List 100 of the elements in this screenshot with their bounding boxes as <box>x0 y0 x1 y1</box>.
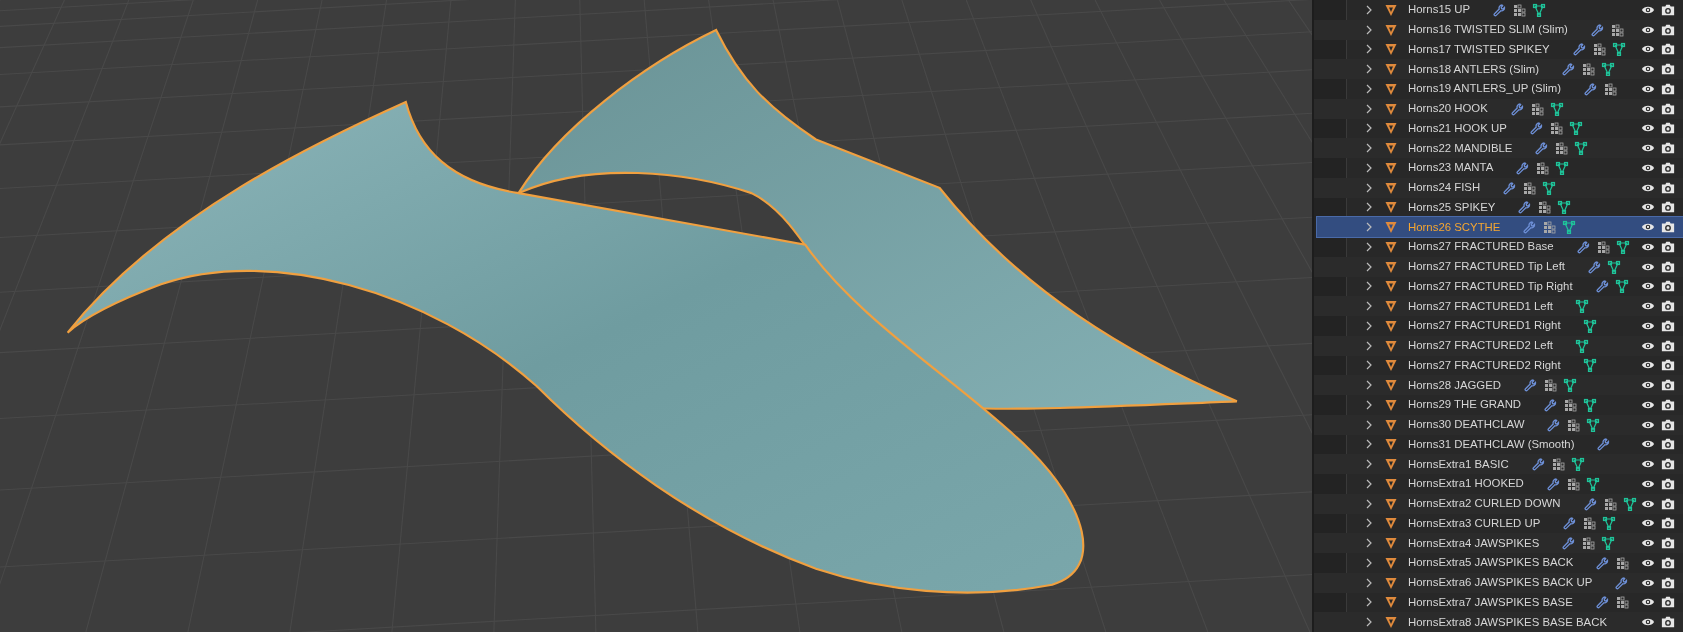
object-name: HornsExtra1 BASIC <box>1408 456 1509 472</box>
outliner-row[interactable]: Horns27 FRACTURED2 Right <box>1314 355 1683 376</box>
expand-chevron-icon[interactable] <box>1364 143 1374 154</box>
expand-chevron-icon[interactable] <box>1364 103 1374 114</box>
outliner-row[interactable]: Horns31 DEATHCLAW (Smooth) <box>1314 434 1683 455</box>
expand-chevron-icon[interactable] <box>1364 419 1374 430</box>
camera-icon <box>1661 220 1675 235</box>
object-name: Horns15 UP <box>1408 2 1471 18</box>
expand-chevron-icon[interactable] <box>1364 518 1374 529</box>
expand-chevron-icon[interactable] <box>1364 4 1374 15</box>
object-name: HornsExtra5 JAWSPIKES BACK <box>1408 555 1574 571</box>
camera-icon <box>1661 239 1675 254</box>
inverted-triangle-icon <box>1384 42 1398 57</box>
expand-chevron-icon[interactable] <box>1364 577 1374 588</box>
outliner-row[interactable]: Horns26 SCYTHE <box>1317 217 1683 237</box>
expand-chevron-icon[interactable] <box>1364 182 1374 193</box>
outliner-row[interactable]: Horns25 SPIKEY <box>1314 197 1683 218</box>
expand-chevron-icon[interactable] <box>1364 439 1374 450</box>
camera-icon <box>1661 516 1675 531</box>
expand-chevron-icon[interactable] <box>1364 241 1374 252</box>
expand-chevron-icon[interactable] <box>1364 538 1374 549</box>
object-name: HornsExtra2 CURLED DOWN <box>1408 496 1561 512</box>
expand-chevron-icon[interactable] <box>1364 360 1374 371</box>
inverted-triangle-icon <box>1384 279 1398 294</box>
outliner-row[interactable]: Horns23 MANTA <box>1314 158 1683 178</box>
camera-icon <box>1661 81 1675 96</box>
outliner-row[interactable]: Horns17 TWISTED SPIKEY <box>1314 39 1683 60</box>
camera-icon <box>1661 160 1675 175</box>
camera-icon <box>1661 476 1675 491</box>
expand-chevron-icon[interactable] <box>1364 478 1374 489</box>
object-name: Horns27 FRACTURED Tip Right <box>1408 278 1573 294</box>
outliner-row[interactable]: Horns21 HOOK UP <box>1314 118 1683 139</box>
object-name: Horns28 JAGGED <box>1408 377 1502 393</box>
camera-icon <box>1661 62 1675 77</box>
expand-chevron-icon[interactable] <box>1364 44 1374 55</box>
camera-icon <box>1661 496 1675 511</box>
outliner-row[interactable]: Horns29 THE GRAND <box>1314 395 1683 415</box>
expand-chevron-icon[interactable] <box>1364 24 1374 35</box>
object-name: Horns18 ANTLERS (Slim) <box>1408 61 1540 77</box>
inverted-triangle-icon <box>1384 457 1398 472</box>
object-name: Horns27 FRACTURED2 Right <box>1408 357 1561 373</box>
object-name: HornsExtra4 JAWSPIKES <box>1408 535 1540 551</box>
expand-chevron-icon[interactable] <box>1364 459 1374 470</box>
expand-chevron-icon[interactable] <box>1364 83 1374 94</box>
outliner-row[interactable]: HornsExtra5 JAWSPIKES BACK <box>1314 553 1683 573</box>
expand-chevron-icon[interactable] <box>1364 320 1374 331</box>
object-name: Horns27 FRACTURED1 Right <box>1408 318 1561 334</box>
inverted-triangle-icon <box>1384 496 1398 511</box>
object-name: Horns27 FRACTURED2 Left <box>1408 338 1553 354</box>
inverted-triangle-icon <box>1384 299 1398 314</box>
outliner-row[interactable]: Horns15 UP <box>1314 0 1683 20</box>
outliner-row[interactable]: HornsExtra3 CURLED UP <box>1314 513 1683 534</box>
object-name: Horns23 MANTA <box>1408 160 1494 176</box>
outliner-row[interactable]: Horns19 ANTLERS_UP (Slim) <box>1314 79 1683 99</box>
camera-icon <box>1661 595 1675 610</box>
expand-chevron-icon[interactable] <box>1364 123 1374 134</box>
expand-chevron-icon[interactable] <box>1364 202 1374 213</box>
camera-icon <box>1661 457 1675 472</box>
expand-chevron-icon[interactable] <box>1364 64 1374 75</box>
object-name: Horns27 FRACTURED Base <box>1408 239 1554 255</box>
inverted-triangle-icon <box>1384 220 1398 235</box>
camera-icon <box>1661 318 1675 333</box>
expand-chevron-icon[interactable] <box>1364 380 1374 391</box>
object-name: Horns27 FRACTURED Tip Left <box>1408 259 1565 275</box>
object-name: Horns29 THE GRAND <box>1408 397 1522 413</box>
camera-icon <box>1661 22 1675 37</box>
object-name: Horns19 ANTLERS_UP (Slim) <box>1408 81 1561 97</box>
camera-icon <box>1661 397 1675 412</box>
inverted-triangle-icon <box>1384 259 1398 274</box>
outliner-row[interactable]: HornsExtra1 HOOKED <box>1314 474 1683 494</box>
inverted-triangle-icon <box>1384 200 1398 215</box>
outliner-row[interactable]: HornsExtra7 JAWSPIKES BASE <box>1314 592 1683 613</box>
object-name: Horns31 DEATHCLAW (Smooth) <box>1408 436 1575 452</box>
expand-chevron-icon[interactable] <box>1364 281 1374 292</box>
camera-icon <box>1661 42 1675 57</box>
inverted-triangle-icon <box>1384 338 1398 353</box>
expand-chevron-icon[interactable] <box>1364 340 1374 351</box>
inverted-triangle-icon <box>1384 160 1398 175</box>
expand-chevron-icon[interactable] <box>1364 597 1374 608</box>
expand-chevron-icon[interactable] <box>1364 162 1374 173</box>
expand-chevron-icon[interactable] <box>1364 557 1374 568</box>
expand-chevron-icon[interactable] <box>1364 399 1374 410</box>
outliner-row[interactable]: Horns27 FRACTURED Base <box>1314 237 1683 257</box>
inverted-triangle-icon <box>1384 318 1398 333</box>
inverted-triangle-icon <box>1384 397 1398 412</box>
object-name: Horns26 SCYTHE <box>1408 219 1501 235</box>
expand-chevron-icon[interactable] <box>1364 261 1374 272</box>
camera-icon <box>1661 279 1675 294</box>
object-name: Horns22 MANDIBLE <box>1408 140 1513 156</box>
expand-chevron-icon[interactable] <box>1364 222 1374 233</box>
expand-chevron-icon[interactable] <box>1364 617 1374 628</box>
camera-icon <box>1661 299 1675 314</box>
expand-chevron-icon[interactable] <box>1364 301 1374 312</box>
inverted-triangle-icon <box>1384 378 1398 393</box>
inverted-triangle-icon <box>1384 239 1398 254</box>
camera-icon <box>1661 141 1675 156</box>
outliner-row[interactable]: Horns27 FRACTURED Tip Right <box>1314 276 1683 297</box>
inverted-triangle-icon <box>1384 437 1398 452</box>
outliner-row[interactable]: Horns27 FRACTURED1 Right <box>1314 316 1683 336</box>
expand-chevron-icon[interactable] <box>1364 498 1374 509</box>
